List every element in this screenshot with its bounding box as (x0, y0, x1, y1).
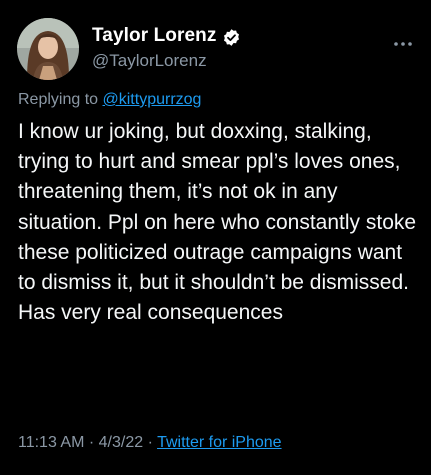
meta-separator: · (84, 434, 99, 451)
replying-prefix: Replying to (18, 91, 103, 108)
author-name-row: Taylor Lorenz (92, 25, 241, 47)
avatar-image (17, 18, 79, 80)
tweet-source-link[interactable]: Twitter for iPhone (157, 434, 282, 451)
avatar[interactable] (17, 18, 79, 80)
tweet-metadata: 11:13 AM · 4/3/22 · Twitter for iPhone (18, 434, 282, 452)
tweet-time[interactable]: 11:13 AM (18, 434, 84, 451)
tweet-date[interactable]: 4/3/22 (99, 434, 143, 451)
more-options-icon[interactable] (393, 34, 413, 46)
tweet-text: I know ur joking, but doxxing, stalking,… (18, 120, 417, 325)
author-display-name[interactable]: Taylor Lorenz (92, 25, 216, 47)
replying-to-mention-link[interactable]: @kittypurrzog (103, 91, 202, 108)
tweet-card: Taylor Lorenz @TaylorLorenz Replying to … (0, 0, 431, 475)
meta-separator: · (143, 434, 158, 451)
verified-badge-icon (222, 28, 241, 47)
replying-to: Replying to @kittypurrzog (18, 91, 201, 109)
author-handle[interactable]: @TaylorLorenz (92, 51, 207, 71)
